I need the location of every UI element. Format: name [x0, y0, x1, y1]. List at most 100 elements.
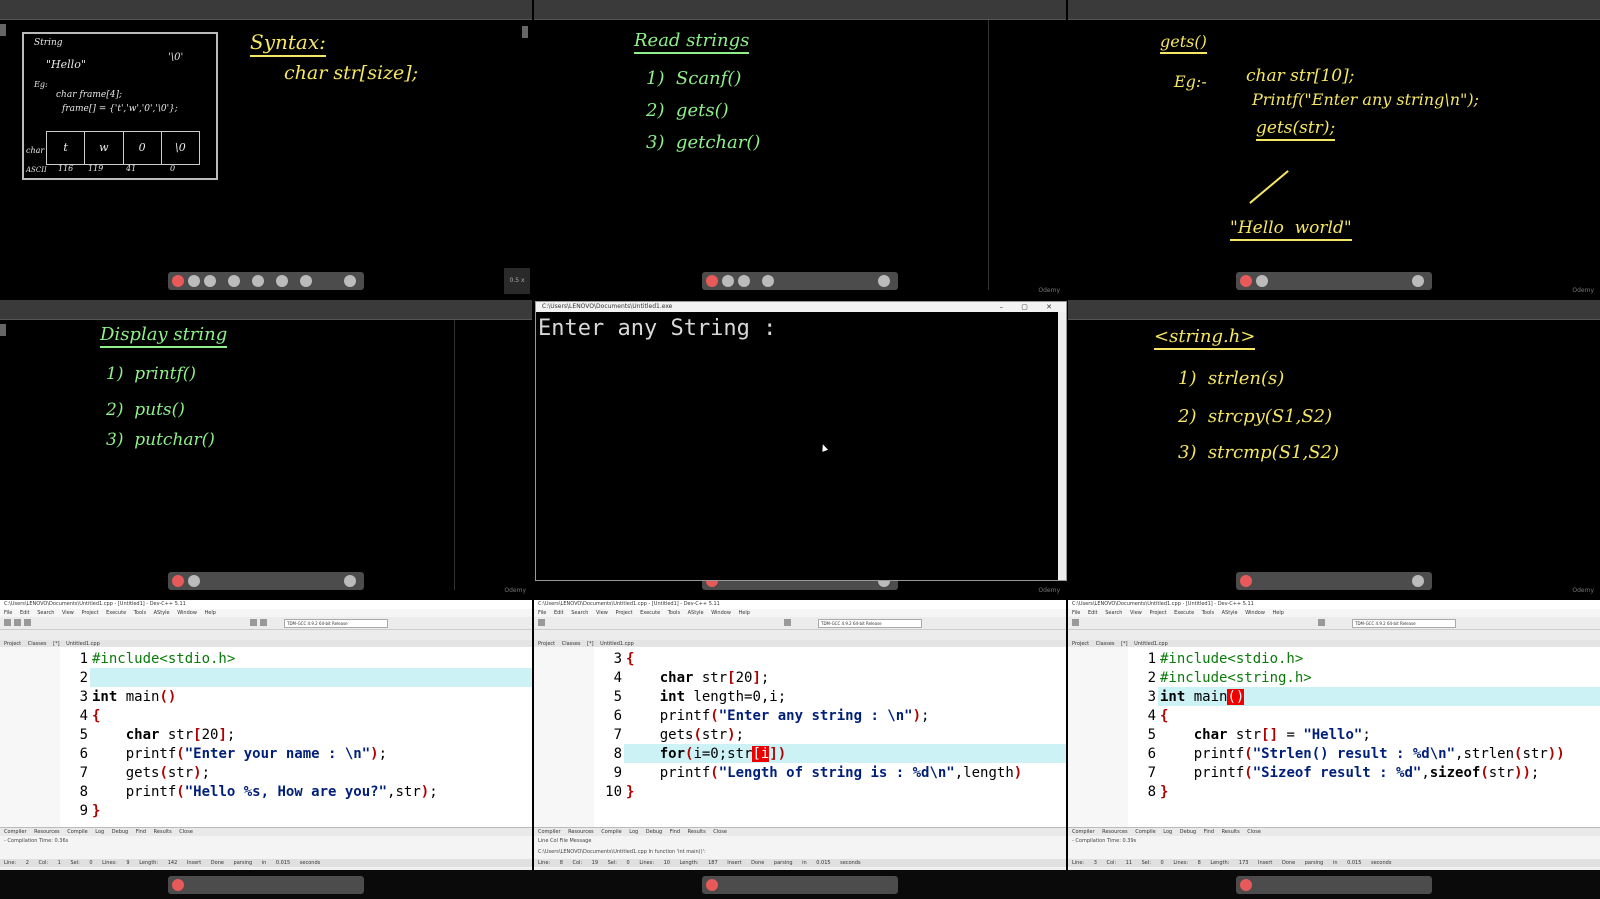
ide-menu[interactable]: File Edit Search View Project Execute To… [0, 609, 532, 617]
record-icon[interactable] [172, 879, 184, 891]
drawing-toolbar[interactable] [1236, 572, 1432, 590]
ide-toolbar-2[interactable] [0, 630, 532, 640]
compiler-select[interactable]: TDM-GCC 4.9.2 64-bit Release [284, 619, 388, 628]
ide-window-3: C:\Users\LENOVO\Documents\Untitled1.cpp … [1068, 600, 1600, 899]
menu-icon[interactable] [1412, 275, 1424, 287]
ide-toolbar-2[interactable] [534, 630, 1066, 640]
record-icon[interactable] [172, 575, 184, 587]
ide-title: C:\Users\LENOVO\Documents\Untitled1.cpp … [534, 600, 1066, 609]
shapes-icon[interactable] [276, 275, 288, 287]
ascii-value: 116 [58, 164, 74, 173]
line-number: 8 [613, 746, 622, 762]
compile-icon[interactable] [1318, 619, 1325, 626]
compile-icon[interactable] [250, 619, 257, 626]
menu-icon[interactable] [1412, 575, 1424, 587]
ide-menu[interactable]: File Edit Search View Project Execute To… [1068, 609, 1600, 617]
drawing-toolbar[interactable] [1236, 272, 1432, 290]
new-file-icon[interactable] [538, 619, 545, 626]
record-icon[interactable] [1240, 879, 1252, 891]
new-file-icon[interactable] [4, 619, 11, 626]
menu-icon[interactable] [878, 275, 890, 287]
line-number: 5 [79, 727, 88, 743]
board-toolbar-top[interactable] [0, 300, 532, 320]
compile-log: C:\Users\LENOVO\Documents\Untitled1.cpp … [538, 849, 706, 855]
side-handle-left[interactable] [0, 24, 6, 36]
read-strings-heading: Read strings [634, 30, 750, 54]
code-editor[interactable]: 3 4 5 6 7 8 9 10 { char str[20]; int len… [594, 647, 1066, 827]
console-scrollbar[interactable] [1058, 312, 1066, 580]
ide-toolbar[interactable]: TDM-GCC 4.9.2 64-bit Release [1068, 617, 1600, 630]
bottom-tabs[interactable]: Compiler Resources Compile Log Debug Fin… [1068, 828, 1600, 836]
window-controls[interactable]: – ▢ ✕ [1000, 302, 1060, 312]
new-file-icon[interactable] [1072, 619, 1079, 626]
code-line: #include<stdio.h> [92, 651, 236, 667]
ide-toolbar-2[interactable] [1068, 630, 1600, 640]
hand-icon[interactable] [228, 275, 240, 287]
project-panel[interactable] [1068, 647, 1129, 827]
eraser-icon[interactable] [1256, 275, 1268, 287]
line-number: 3 [613, 651, 622, 667]
record-icon[interactable] [706, 275, 718, 287]
diagram-init: frame[] = {'t','w','0','\0'}; [62, 104, 178, 114]
line-number: 1 [79, 651, 88, 667]
zoom-indicator[interactable]: 0.5 x [504, 268, 530, 294]
eraser-icon[interactable] [188, 575, 200, 587]
console-title: C:\Users\LENOVO\Documents\Untitled1.exe [542, 303, 673, 310]
board-toolbar-top[interactable] [1068, 0, 1600, 20]
code-editor[interactable]: 1 2 3 4 5 6 7 8 9 #include<stdio.h> int … [60, 647, 532, 827]
record-icon[interactable] [1240, 275, 1252, 287]
compiler-select[interactable]: TDM-GCC 4.9.2 64-bit Release [818, 619, 922, 628]
menu-icon[interactable] [344, 575, 356, 587]
status-bar: Line: 2 Col: 1 Sel: 0 Lines: 9 Length: 1… [0, 859, 532, 867]
line-number: 4 [613, 670, 622, 686]
ide-menu[interactable]: File Edit Search View Project Execute To… [534, 609, 1066, 617]
console-window[interactable]: C:\Users\LENOVO\Documents\Untitled1.exe … [535, 301, 1067, 581]
board-toolbar-top[interactable] [0, 0, 532, 20]
menu-icon[interactable] [344, 275, 356, 287]
drawing-toolbar[interactable] [168, 572, 364, 590]
ascii-value: 119 [88, 164, 104, 173]
save-icon[interactable] [24, 619, 31, 626]
project-panel[interactable] [534, 647, 595, 827]
screen-icon[interactable] [300, 275, 312, 287]
bottom-tabs[interactable]: Compiler Resources Compile Log Debug Fin… [534, 828, 1066, 836]
code-line: printf("Hello %s, How are you?",str); [92, 784, 438, 800]
pen-icon[interactable] [738, 275, 750, 287]
code-line: #include<string.h> [1160, 670, 1312, 686]
diagram-hello: "Hello" [46, 58, 86, 71]
drawing-toolbar[interactable] [1236, 876, 1432, 894]
eraser-icon[interactable] [188, 275, 200, 287]
compiler-select[interactable]: TDM-GCC 4.9.2 64-bit Release [1352, 619, 1456, 628]
gets-heading: gets() [1160, 32, 1207, 54]
line-number: 7 [613, 727, 622, 743]
project-panel[interactable] [0, 647, 61, 827]
pen-icon[interactable] [204, 275, 216, 287]
ide-toolbar[interactable]: TDM-GCC 4.9.2 64-bit Release [534, 617, 1066, 630]
compile-log: - Compilation Time: 0.36s [4, 838, 69, 844]
board-tile-display-string: Display string 1) printf() 2) puts() 3) … [0, 300, 532, 598]
eraser-icon[interactable] [722, 275, 734, 287]
side-handle-right[interactable] [522, 26, 528, 38]
drawing-toolbar[interactable] [702, 876, 898, 894]
board-toolbar-top[interactable] [1068, 300, 1600, 320]
compile-icon[interactable] [784, 619, 791, 626]
board-toolbar-top[interactable] [534, 0, 1066, 20]
arrow-icon [1249, 170, 1289, 204]
record-icon[interactable] [172, 275, 184, 287]
record-icon[interactable] [1240, 575, 1252, 587]
side-handle-left[interactable] [0, 324, 6, 336]
cell: 0 [124, 132, 162, 164]
drawing-toolbar[interactable] [702, 272, 898, 290]
pointer-icon[interactable] [252, 275, 264, 287]
drawing-toolbar[interactable] [168, 272, 364, 290]
console-titlebar[interactable]: C:\Users\LENOVO\Documents\Untitled1.exe … [536, 302, 1066, 312]
ide-toolbar[interactable]: TDM-GCC 4.9.2 64-bit Release [0, 617, 532, 630]
bottom-tabs[interactable]: Compiler Resources Compile Log Debug Fin… [0, 828, 532, 836]
drawing-toolbar[interactable] [168, 876, 364, 894]
hand-icon[interactable] [762, 275, 774, 287]
open-icon[interactable] [14, 619, 21, 626]
syntax-declaration: char str[size]; [284, 62, 419, 84]
run-icon[interactable] [260, 619, 267, 626]
code-editor[interactable]: 1 2 3 4 5 6 7 8 #include<stdio.h> #inclu… [1128, 647, 1600, 827]
record-icon[interactable] [706, 879, 718, 891]
